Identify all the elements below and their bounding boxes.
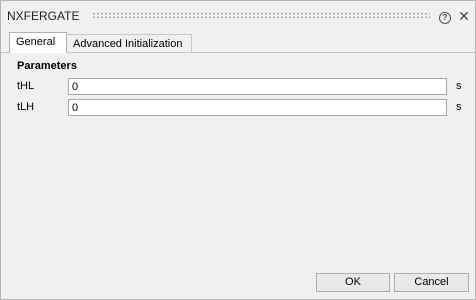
- close-icon[interactable]: ✕: [458, 9, 470, 23]
- help-icon[interactable]: ?: [439, 12, 451, 24]
- tlh-label: tLH: [17, 101, 35, 113]
- tab-general[interactable]: General: [9, 32, 67, 53]
- general-panel: Parameters tHL s tLH s: [1, 53, 475, 271]
- dialog-window: NXFERGATE ? ✕ General Advanced Initializ…: [0, 0, 476, 300]
- title-bar[interactable]: NXFERGATE ? ✕: [1, 1, 475, 27]
- ok-button[interactable]: OK: [316, 273, 390, 292]
- tab-strip: General Advanced Initialization: [1, 32, 475, 53]
- thl-label: tHL: [17, 80, 35, 92]
- window-title: NXFERGATE: [7, 9, 80, 23]
- tab-label: General: [16, 36, 56, 48]
- parameters-heading: Parameters: [17, 60, 77, 72]
- thl-input[interactable]: [68, 78, 447, 95]
- drag-grip[interactable]: [92, 12, 430, 19]
- tlh-unit: s: [456, 101, 462, 113]
- tab-advanced-initialization[interactable]: Advanced Initialization: [66, 34, 192, 53]
- cancel-button[interactable]: Cancel: [394, 273, 469, 292]
- thl-unit: s: [456, 80, 462, 92]
- tlh-input[interactable]: [68, 99, 447, 116]
- tab-label: Advanced Initialization: [73, 38, 183, 50]
